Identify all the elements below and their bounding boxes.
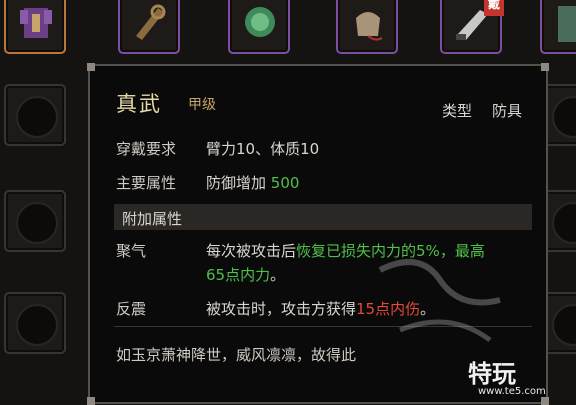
item-type-value: 防具	[492, 102, 523, 120]
jade-icon	[245, 7, 275, 37]
whip-icon	[136, 4, 166, 40]
fanzhen-label: 反震	[116, 300, 147, 318]
empty-slot-circle	[552, 202, 576, 244]
main-attr-label: 主要属性	[116, 174, 177, 192]
main-attr-value: 防御增加 500	[206, 172, 299, 193]
juqi-text-d: 。	[270, 266, 286, 284]
pants-icon	[558, 6, 576, 42]
juqi-text-c: 65点内力	[206, 266, 271, 284]
inventory-slot-empty[interactable]	[4, 84, 66, 146]
juqi-text-a: 每次被攻击后	[206, 242, 297, 260]
inventory-slot-whip[interactable]	[118, 0, 180, 54]
empty-slot-circle	[16, 96, 58, 138]
item-name: 真武	[116, 92, 162, 116]
watermark-logo: 特玩	[468, 360, 516, 388]
inventory-slot-armor[interactable]	[4, 0, 66, 54]
inventory-slot-pants[interactable]	[540, 0, 576, 54]
tooltip-corner	[87, 397, 95, 405]
tooltip-corner	[541, 397, 549, 405]
item-grade: 甲级	[188, 97, 216, 113]
item-type-label: 类型	[442, 102, 473, 120]
requirement-label: 穿戴要求	[116, 140, 177, 158]
watermark-url: www.te5.com	[478, 386, 546, 397]
fanzhen-text-a: 被攻击时，攻击方获得	[206, 300, 357, 318]
extra-attr-title: 附加属性	[122, 210, 183, 228]
inventory-slot-empty[interactable]	[4, 190, 66, 252]
inventory-slot-jade[interactable]	[228, 0, 290, 54]
juqi-label: 聚气	[116, 242, 147, 260]
main-attr-amount: 500	[270, 174, 300, 192]
tooltip-corner	[541, 63, 549, 71]
item-description: 如玉京萧神降世，威风凛凛，故得此	[116, 346, 357, 364]
empty-slot-circle	[552, 96, 576, 138]
tooltip-corner	[87, 63, 95, 71]
equipped-badge: 戴	[484, 0, 504, 16]
empty-slot-circle	[16, 304, 58, 346]
inventory-slot-pouch[interactable]	[336, 0, 398, 54]
inventory-slot-blade[interactable]: 戴	[440, 0, 504, 54]
watermark-brush-stroke	[378, 259, 501, 343]
armor-icon	[20, 8, 52, 38]
main-attr-text: 防御增加	[206, 174, 267, 192]
juqi-desc-line2: 65点内力。	[206, 264, 285, 285]
empty-slot-circle	[16, 202, 58, 244]
pouch-icon	[356, 12, 383, 41]
inventory-slot-empty[interactable]	[4, 292, 66, 354]
requirement-value: 臂力10、体质10	[206, 140, 320, 158]
